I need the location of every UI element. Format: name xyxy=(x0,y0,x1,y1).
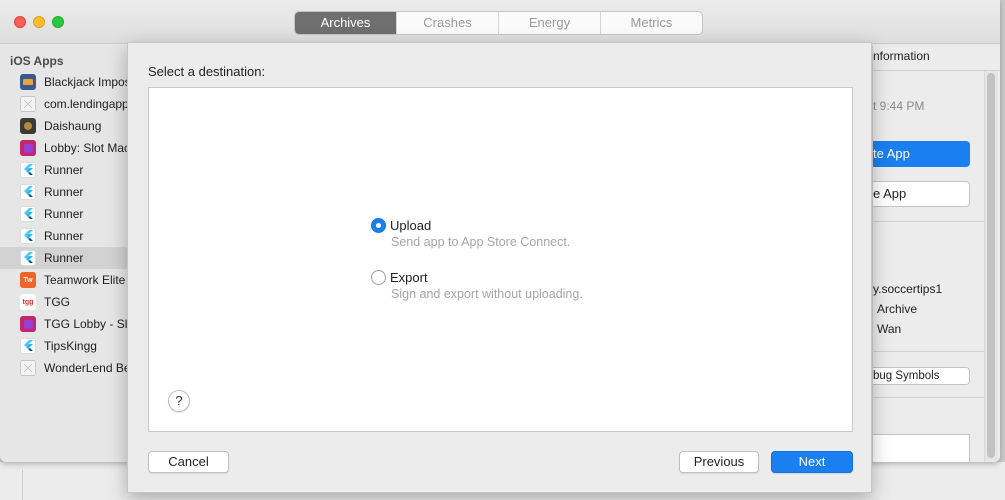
validate-app-label: e App xyxy=(873,186,907,201)
export-option-texts: Export Sign and export without uploading… xyxy=(390,270,583,301)
flutter-icon xyxy=(20,184,36,200)
minimize-window-button[interactable] xyxy=(33,16,45,28)
cancel-button[interactable]: Cancel xyxy=(148,451,229,473)
previous-button[interactable]: Previous xyxy=(679,451,759,473)
sidebar-app-item[interactable]: Runner xyxy=(0,203,130,225)
sidebar-item-label: Daishaung xyxy=(44,119,102,133)
bundle-identifier: y.soccertips1 xyxy=(873,282,943,296)
sidebar-item-label: Runner xyxy=(44,163,84,177)
title-bar: Archives Crashes Energy Metrics xyxy=(0,0,1000,44)
distribute-app-label: te App xyxy=(873,146,910,161)
upload-option[interactable]: Upload Send app to App Store Connect. xyxy=(371,218,570,249)
information-header: nformation xyxy=(873,45,1000,71)
next-button[interactable]: Next xyxy=(771,451,853,473)
export-label: Export xyxy=(390,270,428,285)
desktop-divider xyxy=(22,470,23,500)
zoom-window-button[interactable] xyxy=(52,16,64,28)
sidebar-item-label: TGG Lobby - Slo xyxy=(44,317,130,331)
sidebar-item-label: Lobby: Slot Mac xyxy=(44,141,130,155)
divider xyxy=(873,351,985,352)
sidebar-app-item[interactable]: Runner xyxy=(0,247,130,269)
upload-radio[interactable] xyxy=(371,218,386,233)
sidebar-app-item[interactable]: com.lendingapp xyxy=(0,93,130,115)
export-description: Sign and export without uploading. xyxy=(391,287,583,301)
download-debug-symbols-button[interactable]: bug Symbols xyxy=(873,367,970,385)
archive-date: t 9:44 PM xyxy=(873,99,925,113)
sidebar-app-item[interactable]: TGG Lobby - Slo xyxy=(0,313,130,335)
app-sidebar: iOS Apps Blackjack Impos com.lendingapp Da… xyxy=(0,45,130,462)
flutter-icon xyxy=(20,250,36,266)
sidebar-app-item[interactable]: Runner xyxy=(0,181,130,203)
sidebar-item-label: WonderLend Be xyxy=(44,361,130,375)
sidebar-item-label: Blackjack Impos xyxy=(44,75,130,89)
sidebar-app-item[interactable]: TipsKingg xyxy=(0,335,130,357)
upload-option-texts: Upload Send app to App Store Connect. xyxy=(390,218,570,249)
sidebar-app-item[interactable]: Runner xyxy=(0,159,130,181)
flutter-icon xyxy=(20,162,36,178)
tab-metrics[interactable]: Metrics xyxy=(600,12,702,34)
comment-box[interactable] xyxy=(873,434,970,462)
slot-app-icon xyxy=(20,140,36,156)
flutter-icon xyxy=(20,206,36,222)
validate-app-button[interactable]: e App xyxy=(873,181,970,207)
organizer-tabs: Archives Crashes Energy Metrics xyxy=(294,11,703,35)
tab-energy[interactable]: Energy xyxy=(498,12,600,34)
sidebar-app-item[interactable]: tgg TGG xyxy=(0,291,130,313)
tab-crashes[interactable]: Crashes xyxy=(396,12,498,34)
debug-symbols-label: bug Symbols xyxy=(873,370,940,382)
sidebar-app-item[interactable]: WonderLend Be xyxy=(0,357,130,379)
sidebar-app-item[interactable]: Blackjack Impos xyxy=(0,71,130,93)
distribute-sheet: Select a destination: Upload Send app to… xyxy=(127,42,872,493)
placeholder-app-icon xyxy=(20,360,36,376)
placeholder-app-icon xyxy=(20,96,36,112)
tab-archives[interactable]: Archives xyxy=(295,12,396,34)
divider xyxy=(873,221,985,222)
info-scrollbar-thumb[interactable] xyxy=(987,73,995,458)
upload-description: Send app to App Store Connect. xyxy=(391,235,571,249)
sidebar-header: iOS Apps xyxy=(10,54,64,68)
destination-options-box: Upload Send app to App Store Connect. Ex… xyxy=(148,87,853,432)
blackjack-app-icon xyxy=(20,74,36,90)
slot-app-icon xyxy=(20,316,36,332)
export-radio[interactable] xyxy=(371,270,386,285)
sidebar-item-label: Runner xyxy=(44,251,84,265)
information-panel: nformation t 9:44 PM te App e App y.socc… xyxy=(872,45,1000,462)
sidebar-item-label: Runner xyxy=(44,207,84,221)
upload-label: Upload xyxy=(390,218,432,233)
distribute-app-button[interactable]: te App xyxy=(873,141,970,167)
tgg-app-icon: tgg xyxy=(20,294,36,310)
team-name: Wan xyxy=(877,322,902,336)
sidebar-item-label: TGG xyxy=(44,295,70,309)
sidebar-app-item[interactable]: Daishaung xyxy=(0,115,130,137)
sidebar-app-item[interactable]: Tw Teamwork Elite xyxy=(0,269,130,291)
sheet-title: Select a destination: xyxy=(148,64,266,79)
close-window-button[interactable] xyxy=(14,16,26,28)
flutter-icon xyxy=(20,228,36,244)
divider xyxy=(873,397,985,398)
sidebar-item-label: Runner xyxy=(44,229,84,243)
daishaung-app-icon xyxy=(20,118,36,134)
sidebar-app-item[interactable]: Lobby: Slot Mac xyxy=(0,137,130,159)
teamwork-app-icon: Tw xyxy=(20,272,36,288)
sidebar-app-item[interactable]: Runner xyxy=(0,225,130,247)
archive-type: Archive xyxy=(877,302,918,316)
help-button[interactable]: ? xyxy=(168,390,190,412)
sidebar-item-label: com.lendingapp xyxy=(44,97,129,111)
information-header-label: nformation xyxy=(873,49,930,63)
flutter-icon xyxy=(20,338,36,354)
export-option[interactable]: Export Sign and export without uploading… xyxy=(371,270,583,301)
sidebar-item-label: Teamwork Elite xyxy=(44,273,126,287)
sidebar-item-label: TipsKingg xyxy=(44,339,97,353)
sidebar-item-label: Runner xyxy=(44,185,84,199)
